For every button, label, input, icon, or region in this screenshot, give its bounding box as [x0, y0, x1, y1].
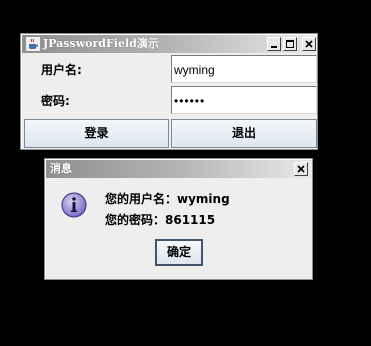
exit-button[interactable]: 退出 [171, 119, 317, 148]
java-cup-icon [26, 37, 40, 51]
minimize-icon [271, 46, 277, 48]
dialog-username-text: 您的用户名：wyming [105, 192, 230, 206]
dialog-close-button[interactable] [294, 162, 308, 176]
dialog-title: 消息 [50, 162, 72, 175]
login-window-titlebar[interactable]: JPasswordField演示 [22, 35, 316, 53]
information-icon [61, 192, 87, 218]
ok-button[interactable]: 确定 [155, 239, 203, 266]
password-label: 密码: [41, 94, 70, 108]
maximize-button[interactable] [283, 37, 297, 51]
dialog-titlebar[interactable]: 消息 [46, 160, 311, 178]
window-title: JPasswordField演示 [43, 37, 159, 50]
password-input[interactable]: •••••• [171, 86, 317, 114]
close-icon [305, 40, 313, 48]
message-dialog: 消息 您的用户名：wyming 您的密码：861115 确定 [44, 158, 313, 280]
username-input[interactable]: wyming [171, 55, 317, 83]
login-button[interactable]: 登录 [24, 119, 169, 148]
dialog-password-text: 您的密码：861115 [105, 213, 216, 227]
maximize-icon [286, 40, 294, 48]
username-label: 用户名: [41, 63, 82, 77]
close-icon [297, 165, 305, 173]
close-button[interactable] [302, 37, 316, 51]
minimize-button[interactable] [267, 37, 281, 51]
login-window: JPasswordField演示 用户名: wyming 密码: •••••• … [20, 33, 318, 150]
